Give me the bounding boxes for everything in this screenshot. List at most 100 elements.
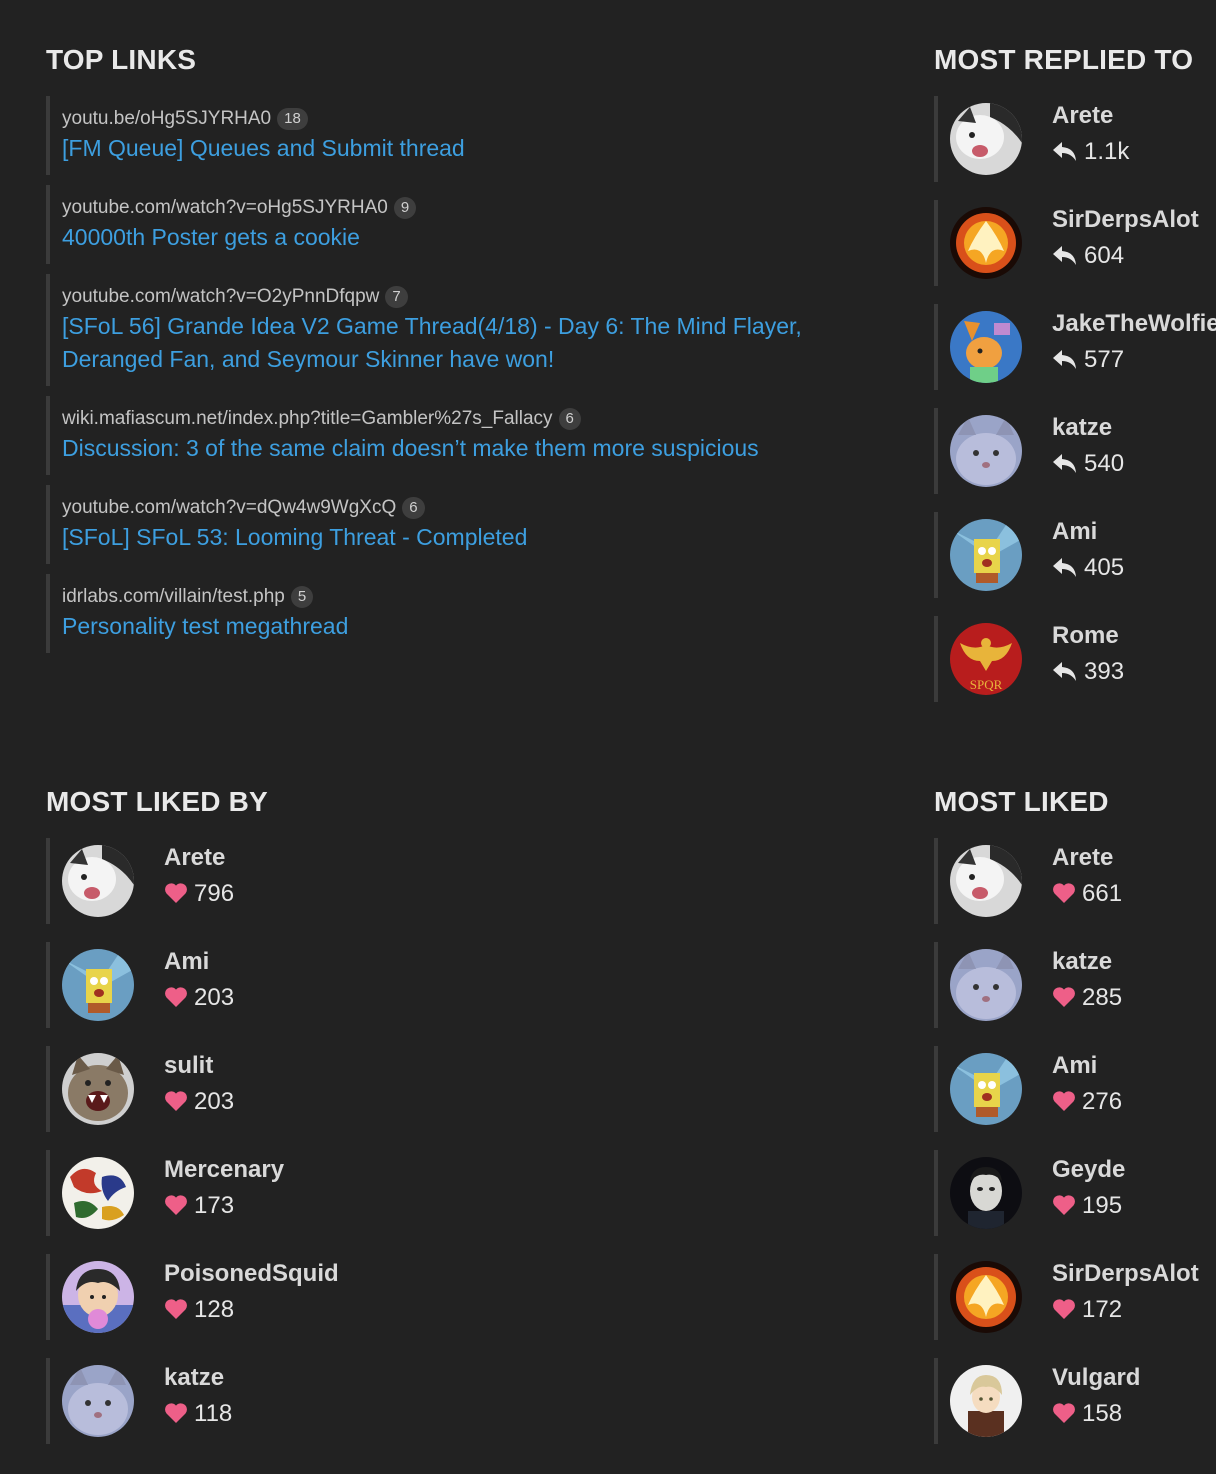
user-item: Arete 661 (934, 838, 1216, 924)
topic-link[interactable]: [SFoL] SFoL 53: Looming Threat - Complet… (62, 521, 886, 554)
cartoon-dog-avatar[interactable] (950, 311, 1022, 383)
user-item: katze 540 (934, 408, 1216, 494)
user-stat: 577 (1052, 346, 1124, 377)
masked-man-avatar[interactable] (950, 1157, 1022, 1229)
click-count-badge: 18 (277, 108, 308, 130)
username-link[interactable]: Ami (164, 948, 209, 976)
username-link[interactable]: Ami (1052, 1052, 1097, 1080)
dragons-avatar[interactable] (62, 1157, 134, 1229)
user-item: Ami 203 (46, 942, 886, 1028)
username-link[interactable]: SirDerpsAlot (1052, 206, 1199, 234)
stat-value: 203 (194, 1088, 235, 1115)
stat-value: 128 (194, 1296, 235, 1323)
topic-link[interactable]: [SFoL 56] Grande Idea V2 Game Thread(4/1… (62, 310, 886, 376)
user-stat: 118 (164, 1400, 232, 1431)
link-url-line: youtube.com/watch?v=dQw4w9WgXcQ 6 (62, 495, 886, 521)
heart-icon (164, 1090, 188, 1119)
user-stat: 540 (1052, 450, 1124, 481)
stat-value: 158 (1082, 1400, 1123, 1427)
username-link[interactable]: Ami (1052, 518, 1097, 546)
user-item: PoisonedSquid 128 (46, 1254, 886, 1340)
reply-icon (1052, 556, 1078, 585)
reply-icon (1052, 452, 1078, 481)
user-item: Vulgard 158 (934, 1358, 1216, 1444)
anime-boy-avatar[interactable] (62, 1261, 134, 1333)
topic-link[interactable]: Personality test megathread (62, 610, 886, 643)
username-link[interactable]: JakeTheWolfie (1052, 310, 1216, 338)
most-liked-by-title: MOST LIKED BY (46, 786, 268, 817)
link-url[interactable]: youtube.com/watch?v=dQw4w9WgXcQ (62, 497, 396, 518)
sponge-avatar[interactable] (950, 1053, 1022, 1125)
link-url-line: wiki.mafiascum.net/index.php?title=Gambl… (62, 406, 886, 432)
user-stat: 195 (1052, 1192, 1122, 1223)
user-stat: 172 (1052, 1296, 1122, 1327)
link-url[interactable]: youtu.be/oHg5SJYRHA0 (62, 108, 271, 129)
most-liked-title: MOST LIKED (934, 786, 1109, 817)
most-liked-by-list: Arete 796 Ami 203 sulit 203 Mercenary 173 Poison… (46, 838, 886, 1444)
username-link[interactable]: PoisonedSquid (164, 1260, 339, 1288)
username-link[interactable]: Arete (1052, 844, 1113, 872)
username-link[interactable]: sulit (164, 1052, 213, 1080)
username-link[interactable]: Mercenary (164, 1156, 284, 1184)
link-url[interactable]: idrlabs.com/villain/test.php (62, 586, 285, 607)
phoenix-avatar[interactable] (950, 207, 1022, 279)
stat-value: 540 (1084, 450, 1125, 477)
user-stat: 203 (164, 1088, 234, 1119)
user-stat: 405 (1052, 554, 1124, 585)
heart-icon (1052, 1298, 1076, 1327)
user-item: Ami 276 (934, 1046, 1216, 1132)
sponge-avatar[interactable] (950, 519, 1022, 591)
hissing-cat-avatar[interactable] (62, 1053, 134, 1125)
link-url[interactable]: wiki.mafiascum.net/index.php?title=Gambl… (62, 408, 553, 429)
click-count-badge: 7 (385, 286, 408, 308)
username-link[interactable]: Geyde (1052, 1156, 1125, 1184)
topic-link[interactable]: 40000th Poster gets a cookie (62, 221, 886, 254)
username-link[interactable]: katze (1052, 948, 1112, 976)
user-stat: 1.1k (1052, 138, 1129, 169)
username-link[interactable]: katze (1052, 414, 1112, 442)
spqr-eagle-avatar[interactable]: SPQR (950, 623, 1022, 695)
phoenix-avatar[interactable] (950, 1261, 1022, 1333)
user-item: SPQR Rome 393 (934, 616, 1216, 702)
user-item: sulit 203 (46, 1046, 886, 1132)
user-item: JakeTheWolfie 577 (934, 304, 1216, 390)
top-link-item: youtube.com/watch?v=dQw4w9WgXcQ 6 [SFoL] S… (46, 485, 886, 564)
username-link[interactable]: Rome (1052, 622, 1119, 650)
top-links-list: youtu.be/oHg5SJYRHA0 18 [FM Queue] Queues … (46, 96, 886, 653)
user-item: Geyde 195 (934, 1150, 1216, 1236)
cat-avatar[interactable] (62, 845, 134, 917)
username-link[interactable]: Arete (164, 844, 225, 872)
username-link[interactable]: Arete (1052, 102, 1113, 130)
anime-character-avatar[interactable] (950, 1365, 1022, 1437)
user-stat: 661 (1052, 880, 1122, 911)
user-item: katze 118 (46, 1358, 886, 1444)
user-stat: 604 (1052, 242, 1124, 273)
gray-cat-avatar[interactable] (950, 949, 1022, 1021)
link-url[interactable]: youtube.com/watch?v=O2yPnnDfqpw (62, 286, 379, 307)
topic-link[interactable]: Discussion: 3 of the same claim doesn’t … (62, 432, 886, 465)
cat-avatar[interactable] (950, 103, 1022, 175)
user-item: Arete 796 (46, 838, 886, 924)
user-item: katze 285 (934, 942, 1216, 1028)
heart-icon (164, 1402, 188, 1431)
topic-link[interactable]: [FM Queue] Queues and Submit thread (62, 132, 886, 165)
cat-avatar[interactable] (950, 845, 1022, 917)
user-item: Arete 1.1k (934, 96, 1216, 182)
link-url[interactable]: youtube.com/watch?v=oHg5SJYRHA0 (62, 197, 388, 218)
stat-value: 393 (1084, 658, 1125, 685)
sponge-avatar[interactable] (62, 949, 134, 1021)
reply-icon (1052, 348, 1078, 377)
gray-cat-avatar[interactable] (62, 1365, 134, 1437)
username-link[interactable]: SirDerpsAlot (1052, 1260, 1199, 1288)
top-link-item: idrlabs.com/villain/test.php 5 Personality… (46, 574, 886, 653)
stat-value: 203 (194, 984, 235, 1011)
user-item: Mercenary 173 (46, 1150, 886, 1236)
heart-icon (1052, 1402, 1076, 1431)
top-link-item: youtube.com/watch?v=O2yPnnDfqpw 7 [SFoL 56… (46, 274, 886, 386)
svg-text:SPQR: SPQR (970, 677, 1003, 692)
gray-cat-avatar[interactable] (950, 415, 1022, 487)
link-url-line: youtube.com/watch?v=O2yPnnDfqpw 7 (62, 284, 886, 310)
username-link[interactable]: Vulgard (1052, 1364, 1140, 1392)
most-liked-section: MOST LIKED Arete 661 katze 285 Ami 276 Geyde 19… (934, 786, 1216, 1462)
username-link[interactable]: katze (164, 1364, 224, 1392)
